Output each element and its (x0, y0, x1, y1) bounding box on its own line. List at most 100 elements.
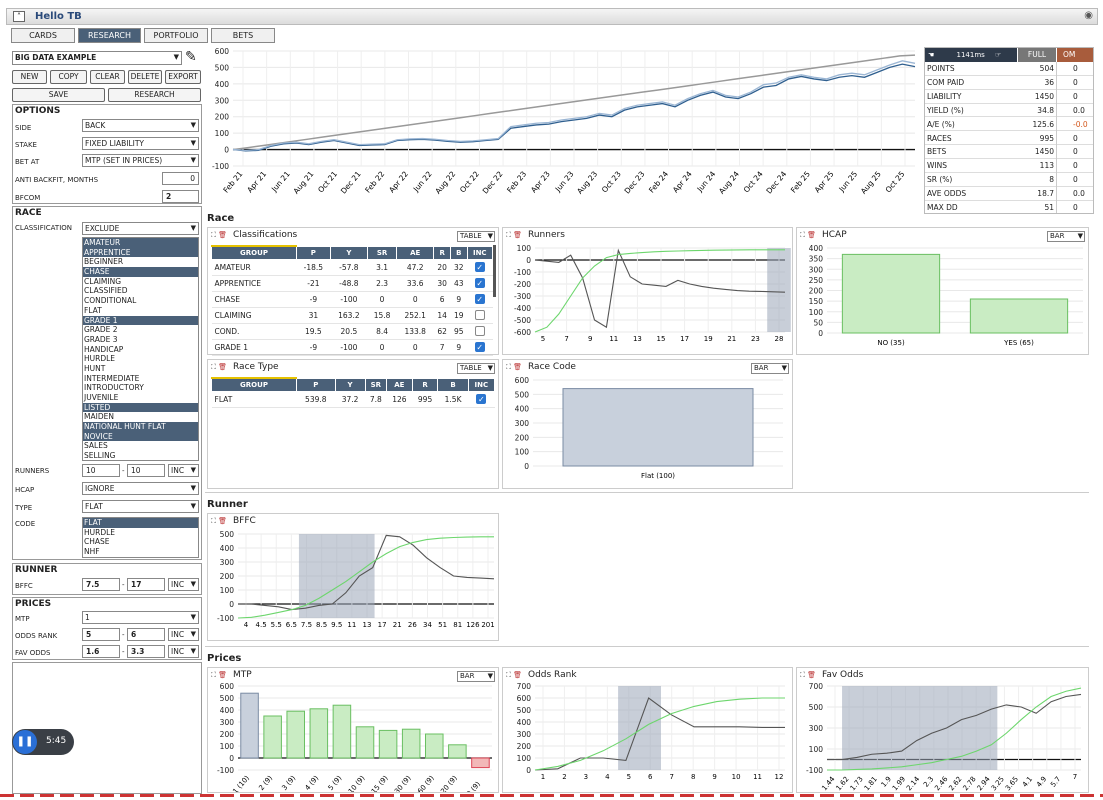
trash-icon[interactable]: 🗑 (218, 363, 227, 371)
edit-icon[interactable]: ✎ (185, 49, 197, 65)
list-option[interactable]: NATIONAL HUNT FLAT (83, 422, 198, 432)
column-header[interactable]: INC (466, 245, 494, 260)
expand-icon[interactable]: ⛶ (506, 671, 511, 679)
list-option[interactable]: JUVENILE (83, 393, 198, 403)
hcap-select[interactable]: IGNORE ▼ (82, 482, 199, 495)
preset-select[interactable]: BIG DATA EXAMPLE ▼ (12, 51, 182, 65)
include-checkbox[interactable]: ✓ (467, 291, 493, 308)
expand-icon[interactable]: ⛶ (211, 363, 216, 371)
collapse-toggle-icon[interactable]: ˄ (13, 11, 25, 22)
bffc-to-input[interactable]: 17 (127, 578, 165, 591)
view-mode-select[interactable]: TABLE ▼ (457, 363, 495, 374)
column-header[interactable]: INC (467, 377, 496, 392)
runners-from-input[interactable]: 10 (82, 464, 120, 477)
column-header[interactable]: R (411, 377, 439, 392)
tab-bets[interactable]: BETS (211, 28, 275, 43)
list-option[interactable]: AMATEUR (83, 238, 198, 248)
type-select[interactable]: FLAT ▼ (82, 500, 199, 513)
trash-icon[interactable]: 🗑 (218, 671, 227, 679)
odds-rank-mode-select[interactable]: INC ▼ (168, 628, 199, 641)
new-button[interactable]: NEW (12, 70, 47, 84)
column-header[interactable]: SR (364, 377, 388, 392)
fav-odds-mode-select[interactable]: INC ▼ (168, 645, 199, 658)
column-header[interactable]: Y (334, 377, 366, 392)
timer-widget[interactable]: ❚❚ 5:45 (12, 729, 74, 755)
mtp-select[interactable]: 1 ▼ (82, 611, 199, 624)
list-option[interactable]: HURDLE (83, 354, 198, 364)
include-checkbox[interactable]: ✓ (468, 391, 495, 408)
include-checkbox[interactable]: ✓ (467, 339, 493, 356)
scrollbar[interactable] (493, 245, 496, 297)
list-option[interactable]: APPRENTICE (83, 247, 198, 258)
list-option[interactable]: HANDICAP (83, 345, 198, 355)
trash-icon[interactable]: 🗑 (807, 671, 816, 679)
list-option[interactable]: GRADE 2 (83, 325, 198, 335)
list-option[interactable]: MAIDEN (83, 412, 198, 422)
list-option[interactable]: FLAT (83, 306, 198, 316)
column-header[interactable]: SR (367, 245, 398, 260)
clear-button[interactable]: CLEAR (90, 70, 125, 84)
odds-rank-from-input[interactable]: 5 (82, 628, 120, 641)
column-header[interactable]: AE (396, 245, 435, 260)
export-button[interactable]: EXPORT (165, 70, 201, 84)
column-header[interactable]: AE (386, 377, 413, 392)
list-option[interactable]: CHASE (83, 537, 198, 547)
trash-icon[interactable]: 🗑 (218, 517, 227, 525)
classification-select[interactable]: EXCLUDE ▼ (82, 222, 199, 235)
include-checkbox[interactable]: ✓ (467, 259, 493, 276)
list-option[interactable]: CONDITIONAL (83, 296, 198, 306)
view-mode-select[interactable]: BAR ▼ (457, 671, 495, 682)
view-mode-select[interactable]: TABLE ▼ (457, 231, 495, 242)
list-option[interactable]: SALES (83, 441, 198, 451)
column-header[interactable]: R (433, 245, 451, 260)
column-header[interactable]: P (296, 377, 336, 392)
list-option[interactable]: FLAT (83, 518, 198, 528)
column-header[interactable]: GROUP (211, 245, 297, 260)
bfcom-input[interactable]: 2 (162, 190, 199, 203)
list-option[interactable]: INTERMEDIATE (83, 374, 198, 384)
checkbox-icon[interactable]: ✓ (474, 294, 485, 304)
list-option[interactable]: NHF (83, 547, 198, 557)
expand-icon[interactable]: ⛶ (211, 231, 216, 239)
column-header[interactable]: B (437, 377, 469, 392)
column-header[interactable]: P (296, 245, 331, 260)
include-checkbox[interactable]: ✓ (467, 275, 493, 292)
backfit-input[interactable]: 0 (162, 172, 199, 185)
tab-portfolio[interactable]: PORTFOLIO (144, 28, 208, 43)
expand-icon[interactable]: ⛶ (211, 671, 216, 679)
list-option[interactable]: HUNT (83, 364, 198, 374)
checkbox-icon[interactable]: ✓ (474, 262, 485, 272)
trash-icon[interactable]: 🗑 (807, 231, 816, 239)
list-option[interactable]: LISTED (83, 402, 198, 413)
checkbox-icon[interactable]: ✓ (474, 278, 485, 288)
checkbox-icon[interactable] (474, 326, 485, 336)
trash-icon[interactable]: 🗑 (218, 231, 227, 239)
expand-icon[interactable]: ⛶ (211, 517, 216, 525)
research-button[interactable]: RESEARCH (108, 88, 201, 102)
expand-icon[interactable]: ⛶ (506, 363, 511, 371)
copy-button[interactable]: COPY (50, 70, 87, 84)
list-option[interactable]: HURDLE (83, 528, 198, 538)
bffc-from-input[interactable]: 7.5 (82, 578, 120, 591)
fav-odds-from-input[interactable]: 1.6 (82, 645, 120, 658)
list-option[interactable]: GRADE 3 (83, 335, 198, 345)
expand-icon[interactable]: ⛶ (506, 231, 511, 239)
trash-icon[interactable]: 🗑 (513, 363, 522, 371)
list-option[interactable]: BEGINNER (83, 257, 198, 267)
column-header[interactable]: GROUP (211, 377, 297, 392)
list-option[interactable]: GRADE 1 (83, 315, 198, 326)
classification-list[interactable]: AMATEUR APPRENTICE BEGINNER CHASE CLAIMING CL… (82, 237, 199, 461)
delete-button[interactable]: DELETE (128, 70, 162, 84)
checkbox-icon[interactable]: ✓ (474, 342, 485, 352)
checkbox-icon[interactable] (474, 310, 485, 320)
expand-icon[interactable]: ⛶ (800, 231, 805, 239)
expand-icon[interactable]: ⛶ (800, 671, 805, 679)
runners-to-input[interactable]: 10 (127, 464, 165, 477)
trash-icon[interactable]: 🗑 (513, 671, 522, 679)
pause-icon[interactable]: ❚❚ (13, 730, 37, 754)
side-select[interactable]: BACK ▼ (82, 119, 199, 132)
list-option[interactable]: INTRODUCTORY (83, 383, 198, 393)
stake-select[interactable]: FIXED LIABILITY ▼ (82, 137, 199, 150)
save-button[interactable]: SAVE (12, 88, 105, 102)
runners-mode-select[interactable]: INC ▼ (168, 464, 199, 477)
